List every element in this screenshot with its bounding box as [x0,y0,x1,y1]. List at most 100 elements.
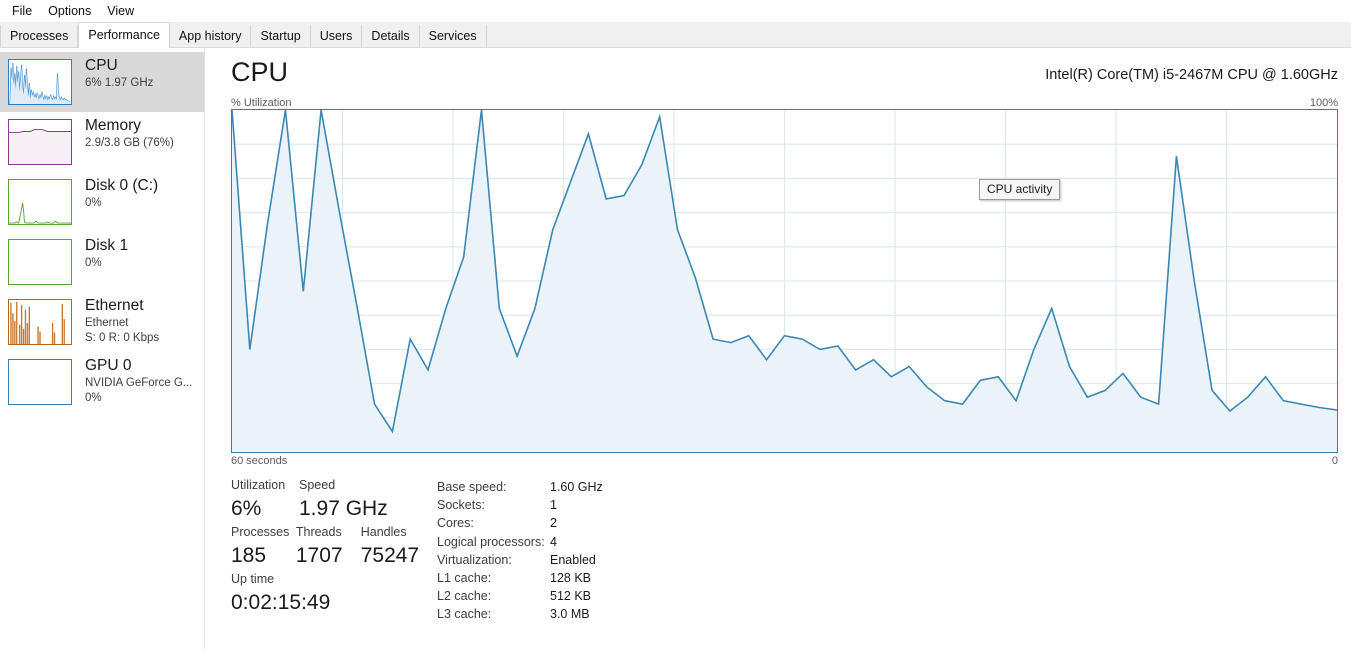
detail-row-virtualization: Virtualization: Enabled [437,551,603,569]
content-area: CPU 6% 1.97 GHz Memory 2.9/3.8 GB (76%) [0,48,1351,649]
tab-users[interactable]: Users [310,25,363,47]
x-axis-label: 60 seconds [231,455,288,467]
detail-value-l2-cache: 512 KB [550,589,592,604]
stats-row-processes-threads-handles: Processes 185 Threads 1707 Handles 75247 [231,523,437,570]
menu-item-file[interactable]: File [4,1,40,21]
memory-thumbnail-graph [8,119,72,165]
detail-key-l2-cache: L2 cache: [437,589,492,604]
stat-uptime-value: 0:02:15:49 [231,591,331,614]
stat-handles-label: Handles [360,525,407,539]
detail-row-logical-processors: Logical processors: 4 [437,533,603,551]
stat-uptime: Up time 0:02:15:49 [231,570,330,617]
sidebar-item-cpu[interactable]: CPU 6% 1.97 GHz [0,52,204,112]
y-axis-label: % Utilization [231,97,292,109]
detail-key-l3-cache: L3 cache: [437,607,492,622]
sidebar-item-disk-0[interactable]: Disk 0 (C:) 0% [0,172,204,232]
sidebar-item-gpu-0[interactable]: GPU 0 NVIDIA GeForce G... 0% [0,352,204,412]
sidebar-item-ethernet-text: Ethernet Ethernet S: 0 R: 0 Kbps [85,295,159,346]
panel-header: CPU Intel(R) Core(TM) i5-2467M CPU @ 1.6… [231,48,1338,94]
tab-services[interactable]: Services [419,25,487,47]
stat-speed-value: 1.97 GHz [299,497,388,520]
sidebar-item-disk-1-subtitle: 0% [85,257,102,269]
detail-key-virtualization: Virtualization: [437,552,512,567]
sidebar-item-cpu-text: CPU 6% 1.97 GHz [85,55,153,91]
disk-1-thumbnail-graph [8,239,72,285]
detail-value-sockets: 1 [550,498,557,513]
stats-row-utilization-speed: Utilization 6% Speed 1.97 GHz [231,476,437,523]
stat-speed-label: Speed [299,478,336,492]
tab-bar: Processes Performance App history Startu… [0,22,1351,48]
tab-app-history[interactable]: App history [169,25,252,47]
x-axis-zero: 0 [1331,455,1338,467]
sidebar-item-disk-0-text: Disk 0 (C:) 0% [85,175,158,211]
graph-wrapper: CPU activity [231,109,1338,453]
sidebar-item-disk-1-title: Disk 1 [85,237,129,254]
cpu-utilization-graph[interactable] [231,109,1338,453]
tab-performance[interactable]: Performance [78,22,170,48]
stat-processes: Processes 185 [231,523,296,570]
cpu-model-name: Intel(R) Core(TM) i5-2467M CPU @ 1.60GHz [1045,67,1338,83]
detail-row-l2-cache: L2 cache: 512 KB [437,587,603,605]
stat-speed: Speed 1.97 GHz [299,476,419,523]
stat-uptime-label: Up time [231,572,275,586]
sidebar-item-disk-0-title: Disk 0 (C:) [85,177,159,194]
detail-row-base-speed: Base speed: 1.60 GHz [437,478,603,496]
graph-axis-bottom: 60 seconds 0 [231,453,1338,470]
sidebar-item-ethernet[interactable]: Ethernet Ethernet S: 0 R: 0 Kbps [0,292,204,352]
stats-row-uptime: Up time 0:02:15:49 [231,570,437,617]
sidebar-item-ethernet-title: Ethernet [85,297,144,314]
sidebar-item-memory[interactable]: Memory 2.9/3.8 GB (76%) [0,112,204,172]
detail-key-base-speed: Base speed: [437,480,507,494]
menu-item-view[interactable]: View [99,1,142,21]
cpu-thumbnail-graph [8,59,72,105]
resource-sidebar: CPU 6% 1.97 GHz Memory 2.9/3.8 GB (76%) [0,48,205,649]
menu-bar: File Options View [0,0,1351,22]
stat-threads-label: Threads [295,525,342,539]
tab-processes[interactable]: Processes [0,25,79,47]
stat-threads-value: 1707 [295,544,343,567]
detail-value-l1-cache: 128 KB [550,571,592,586]
tab-startup[interactable]: Startup [251,25,311,47]
sidebar-item-cpu-subtitle: 6% 1.97 GHz [85,77,154,89]
sidebar-item-disk-1-text: Disk 1 0% [85,235,128,271]
sidebar-item-gpu-0-model: NVIDIA GeForce G... [85,377,193,389]
graph-axis-top: % Utilization 100% [231,94,1338,109]
detail-key-sockets: Sockets: [437,498,485,513]
sidebar-item-disk-1[interactable]: Disk 1 0% [0,232,204,292]
stats-details: Base speed: 1.60 GHz Sockets: 1 Cores: 2… [437,476,603,624]
stat-processes-label: Processes [231,525,290,539]
menu-item-options[interactable]: Options [40,1,99,21]
sidebar-item-gpu-0-title: GPU 0 [85,357,132,374]
sidebar-item-memory-text: Memory 2.9/3.8 GB (76%) [85,115,174,151]
performance-detail-panel: CPU Intel(R) Core(TM) i5-2467M CPU @ 1.6… [205,48,1351,649]
disk-0-thumbnail-graph [8,179,72,225]
detail-value-cores: 2 [550,516,557,531]
detail-key-l1-cache: L1 cache: [437,571,492,586]
detail-value-logical-processors: 4 [550,534,557,549]
detail-value-base-speed: 1.60 GHz [550,480,603,494]
sidebar-item-cpu-title: CPU [85,57,118,74]
stat-handles-value: 75247 [360,544,420,567]
page-title: CPU [231,57,289,87]
sidebar-item-disk-0-subtitle: 0% [85,197,102,209]
cpu-graph-svg [232,110,1337,452]
detail-key-cores: Cores: [437,516,474,531]
stat-utilization-label: Utilization [231,478,286,492]
cpu-activity-tooltip: CPU activity [979,179,1061,200]
stat-processes-value: 185 [231,544,267,567]
detail-row-l3-cache: L3 cache: 3.0 MB [437,605,603,623]
stat-threads: Threads 1707 [296,523,361,570]
sidebar-item-ethernet-subtitle: Ethernet [85,317,129,329]
detail-row-sockets: Sockets: 1 [437,496,603,514]
sidebar-item-gpu-0-usage: 0% [85,392,102,404]
gpu-0-thumbnail-graph [8,359,72,405]
sidebar-item-memory-title: Memory [85,117,141,134]
tab-details[interactable]: Details [362,25,420,47]
ethernet-thumbnail-graph [8,299,72,345]
detail-value-l3-cache: 3.0 MB [550,607,590,622]
detail-row-cores: Cores: 2 [437,514,603,532]
detail-key-logical-processors: Logical processors: [437,534,545,549]
stats-area: Utilization 6% Speed 1.97 GHz Processes … [231,470,1338,624]
sidebar-item-memory-subtitle: 2.9/3.8 GB (76%) [85,137,174,149]
y-axis-max: 100% [1309,97,1338,109]
